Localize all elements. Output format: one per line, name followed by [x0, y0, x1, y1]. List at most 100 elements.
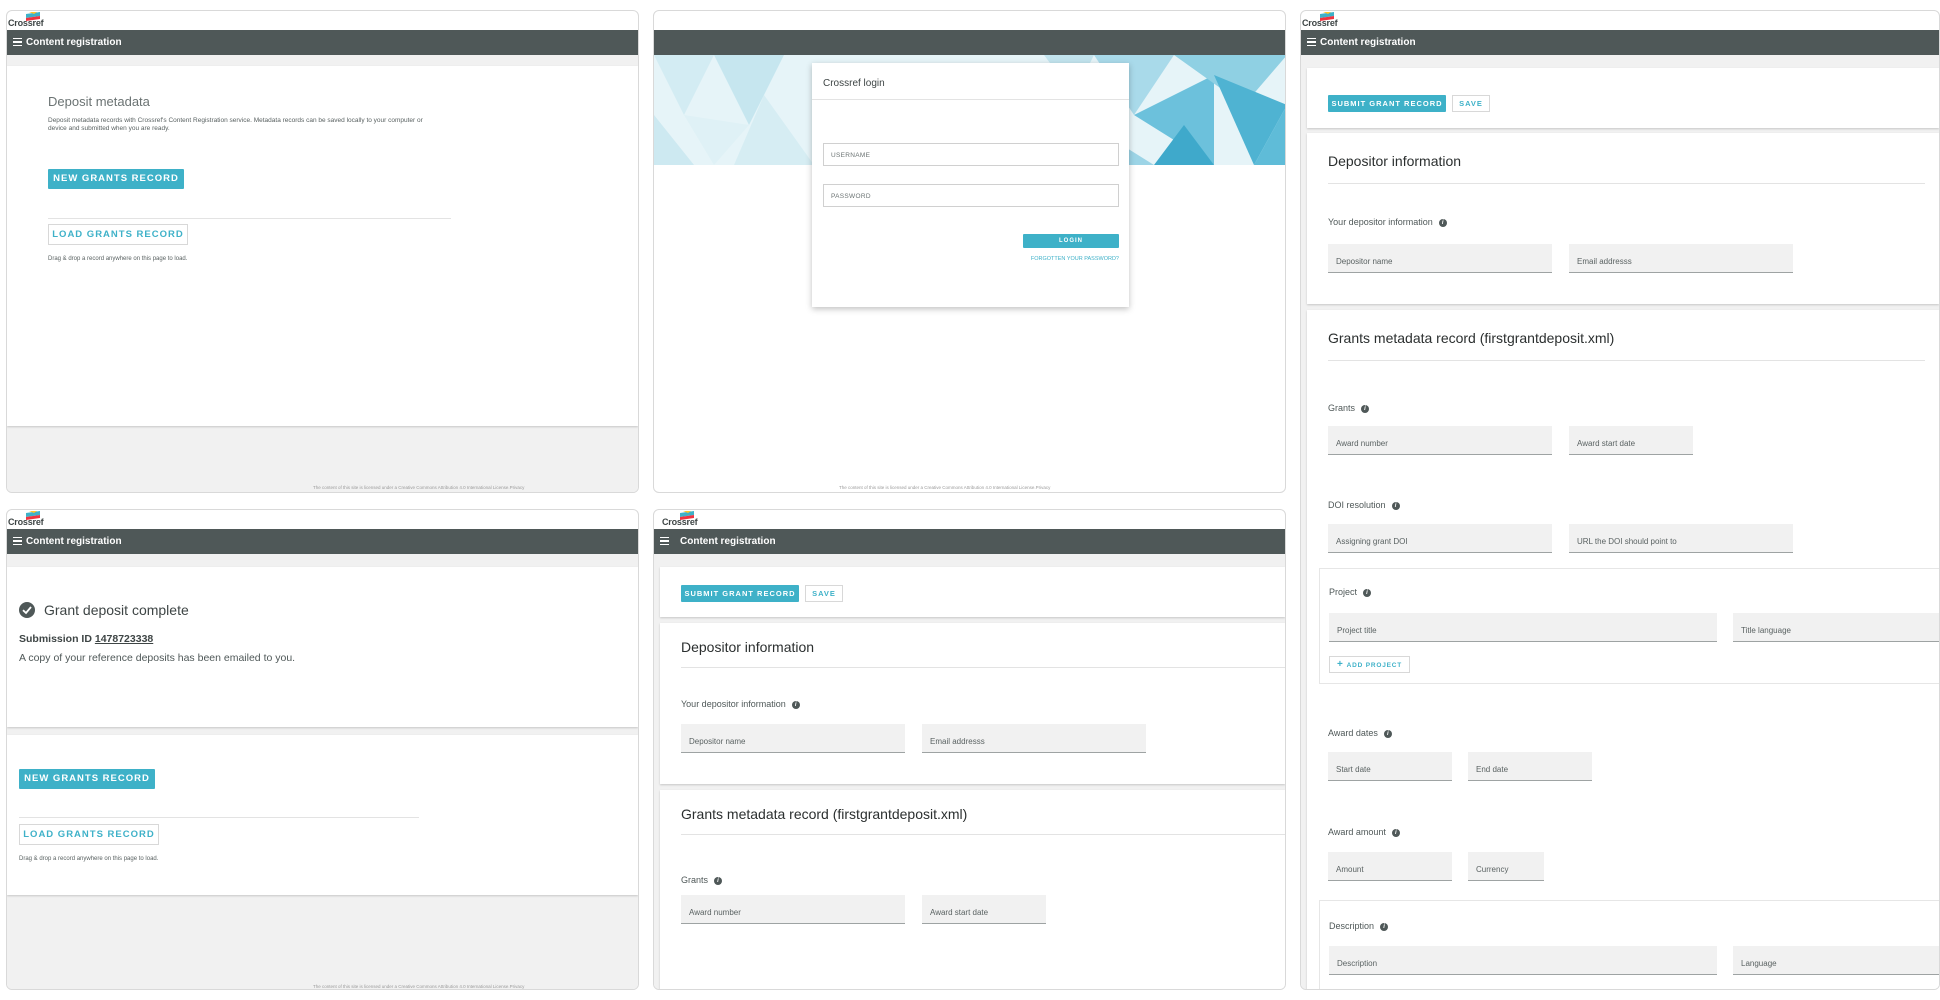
- login-dialog: Crossref login USERNAME PASSWORD LOGIN F…: [812, 63, 1129, 307]
- license-footer: The content of this site is licensed und…: [839, 485, 1051, 490]
- depositor-card: Depositor information Your depositor inf…: [1307, 133, 1939, 304]
- end-date-field[interactable]: End date: [1468, 752, 1592, 781]
- check-circle-icon: [19, 602, 35, 618]
- info-icon[interactable]: i: [714, 876, 723, 885]
- new-grants-record-button[interactable]: NEW GRANTS RECORD: [19, 769, 155, 789]
- depositor-label: Your depositor information i: [681, 699, 800, 709]
- logo-text: Crossref: [8, 517, 44, 527]
- app-bar: Content registration: [654, 529, 1285, 554]
- grants-label-text: Grants: [681, 875, 709, 885]
- app-title: Content registration: [26, 37, 122, 48]
- logo-text: Crossref: [662, 517, 698, 527]
- plus-icon: +: [1337, 659, 1344, 670]
- deposit-heading: Deposit metadata: [48, 94, 150, 109]
- app-title: Content registration: [1320, 37, 1416, 48]
- username-input[interactable]: USERNAME: [823, 143, 1119, 166]
- doi-resolution-label: DOI resolution i: [1328, 500, 1400, 510]
- login-title: Crossref login: [823, 78, 885, 89]
- login-button[interactable]: LOGIN: [1023, 234, 1119, 248]
- password-input[interactable]: PASSWORD: [823, 184, 1119, 207]
- start-date-field[interactable]: Start date: [1328, 752, 1452, 781]
- logo-text: Crossref: [8, 18, 44, 28]
- hamburger-menu-icon[interactable]: [13, 38, 22, 47]
- hamburger-menu-icon[interactable]: [1307, 38, 1316, 47]
- info-icon[interactable]: i: [1438, 218, 1447, 227]
- grant-form-screen: Crossref Content registration SUBMIT GRA…: [1300, 10, 1940, 990]
- complete-heading: Grant deposit complete: [44, 602, 189, 618]
- new-grants-record-button[interactable]: NEW GRANTS RECORD: [48, 169, 184, 189]
- title-language-field[interactable]: Title language: [1733, 613, 1939, 642]
- submission-id-value[interactable]: 1478723338: [95, 633, 153, 645]
- description-subcard: Description i Description Language: [1319, 900, 1939, 989]
- language-field[interactable]: Language: [1733, 946, 1939, 975]
- divider: [1328, 183, 1925, 184]
- email-address-field[interactable]: Email addresss: [922, 724, 1146, 753]
- email-address-field[interactable]: Email addresss: [1569, 244, 1793, 273]
- hamburger-menu-icon[interactable]: [660, 537, 669, 546]
- save-button[interactable]: SAVE: [1452, 95, 1490, 112]
- app-bar-empty: [654, 30, 1285, 55]
- submission-id: Submission ID 1478723338: [19, 633, 153, 645]
- project-label-text: Project: [1329, 587, 1358, 597]
- grants-record-card: Grants metadata record (firstgrantdeposi…: [1307, 310, 1939, 989]
- depositor-heading: Depositor information: [1328, 153, 1462, 169]
- award-start-date-field[interactable]: Award start date: [1569, 426, 1693, 455]
- app-bar: Content registration: [7, 529, 638, 554]
- divider: [48, 218, 451, 219]
- description-label-text: Description: [1329, 921, 1375, 931]
- grants-record-heading: Grants metadata record (firstgrantdeposi…: [681, 806, 968, 822]
- award-dates-label-text: Award dates: [1328, 728, 1378, 738]
- award-amount-label-text: Award amount: [1328, 827, 1386, 837]
- deposit-description: Deposit metadata records with Crossref's…: [48, 117, 423, 132]
- doi-resolution-label-text: DOI resolution: [1328, 500, 1386, 510]
- hamburger-menu-icon[interactable]: [13, 537, 22, 546]
- depositor-name-field[interactable]: Depositor name: [1328, 244, 1552, 273]
- divider: [19, 817, 419, 818]
- info-icon[interactable]: i: [1380, 922, 1389, 931]
- info-icon[interactable]: i: [791, 700, 800, 709]
- project-title-field[interactable]: Project title: [1329, 613, 1717, 642]
- load-grants-record-button[interactable]: LOAD GRANTS RECORD: [19, 824, 159, 845]
- app-title: Content registration: [680, 536, 776, 547]
- load-grants-record-button[interactable]: LOAD GRANTS RECORD: [48, 224, 188, 245]
- info-icon[interactable]: i: [1361, 404, 1370, 413]
- info-icon[interactable]: i: [1363, 588, 1372, 597]
- crossref-logo[interactable]: Crossref: [1302, 11, 1362, 30]
- submit-grant-record-button[interactable]: SUBMIT GRANT RECORD: [681, 585, 799, 602]
- divider: [681, 834, 1285, 835]
- app-bar: Content registration: [1301, 30, 1939, 55]
- grants-label: Grants i: [1328, 403, 1370, 413]
- crossref-logo[interactable]: Crossref: [8, 510, 68, 529]
- next-actions-card: NEW GRANTS RECORD LOAD GRANTS RECORD Dra…: [7, 735, 638, 895]
- description-field[interactable]: Description: [1329, 946, 1717, 975]
- add-project-button[interactable]: + ADD PROJECT: [1329, 656, 1411, 673]
- award-number-field[interactable]: Award number: [1328, 426, 1552, 455]
- crossref-logo[interactable]: Crossref: [8, 11, 68, 30]
- app-bar: Content registration: [7, 30, 638, 55]
- award-amount-label: Award amount i: [1328, 827, 1400, 837]
- info-icon[interactable]: i: [1391, 501, 1400, 510]
- award-start-date-field[interactable]: Award start date: [922, 895, 1046, 924]
- submit-grant-record-button[interactable]: SUBMIT GRANT RECORD: [1328, 95, 1446, 112]
- description-label: Description i: [1329, 921, 1389, 931]
- amount-field[interactable]: Amount: [1328, 852, 1452, 881]
- save-button[interactable]: SAVE: [805, 585, 843, 602]
- info-icon[interactable]: i: [1391, 828, 1400, 837]
- doi-url-field[interactable]: URL the DOI should point to: [1569, 524, 1793, 553]
- deposit-metadata-screen: Crossref Content registration Deposit me…: [6, 10, 639, 493]
- login-screen: Crossref login USERNAME PASSWORD LOGIN F…: [653, 10, 1286, 493]
- currency-field[interactable]: Currency: [1468, 852, 1544, 881]
- award-number-field[interactable]: Award number: [681, 895, 905, 924]
- emailed-message: A copy of your reference deposits has be…: [19, 652, 296, 664]
- deposit-card: Deposit metadata Deposit metadata record…: [7, 66, 638, 426]
- info-icon[interactable]: i: [1383, 729, 1392, 738]
- forgot-password-link[interactable]: FORGOTTEN YOUR PASSWORD?: [1023, 256, 1119, 262]
- depositor-name-field[interactable]: Depositor name: [681, 724, 905, 753]
- grants-label-text: Grants: [1328, 403, 1356, 413]
- complete-card: Grant deposit complete Submission ID 147…: [7, 567, 638, 727]
- depositor-label: Your depositor information i: [1328, 217, 1447, 227]
- assigning-grant-doi-field[interactable]: Assigning grant DOI: [1328, 524, 1552, 553]
- depositor-card: Depositor information Your depositor inf…: [660, 623, 1285, 784]
- crossref-logo[interactable]: Crossref: [662, 510, 722, 529]
- grants-label: Grants i: [681, 875, 723, 885]
